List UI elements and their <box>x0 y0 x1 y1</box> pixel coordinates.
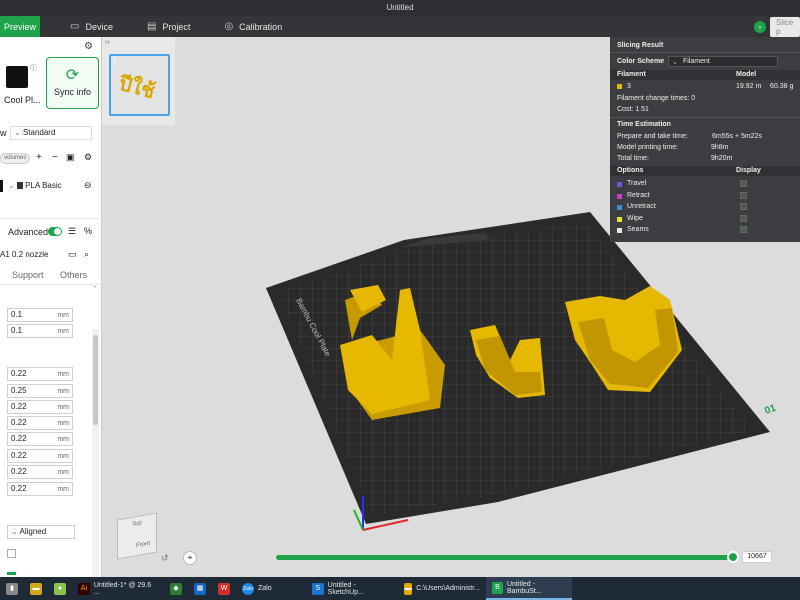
retract-display-checkbox[interactable] <box>740 192 747 199</box>
travel-display-checkbox[interactable] <box>740 180 747 187</box>
filament-change-times: Filament change times: 0 <box>617 95 696 102</box>
seams-label: Seams <box>627 226 649 233</box>
illustrator-icon: Ai <box>78 582 90 595</box>
prepare-time-label: Prepare and take time: <box>617 133 688 140</box>
view-cube-front[interactable]: Front <box>136 541 150 549</box>
retract-color-dot <box>617 194 622 199</box>
taskbar-sketchup-label: Untitled - SketchUp... <box>327 581 364 596</box>
taskbar-illustrator-label: Untitled-1* @ 29.6 ... <box>93 581 152 596</box>
option-travel[interactable]: Travel <box>610 179 800 190</box>
bambu-studio-icon: B <box>492 581 503 594</box>
layer-progress-slider[interactable] <box>276 555 734 560</box>
time-estimation-title: Time Estimation <box>617 121 671 128</box>
unretract-display-checkbox[interactable] <box>740 203 747 210</box>
view-cube-top[interactable]: Top <box>132 520 142 528</box>
taskbar-explorer[interactable]: ▬ C:\Users\Administr... <box>398 577 486 600</box>
taskbar-calculator-icon[interactable]: ▦ <box>188 577 212 600</box>
taskbar-explorer-label: C:\Users\Administr... <box>416 585 480 592</box>
taskbar-zalo-label: Zalo <box>258 585 272 592</box>
model-weight: 60.38 g <box>770 83 794 90</box>
options-column-header: Options <box>617 167 644 174</box>
display-column-header: Display <box>736 167 761 174</box>
prepare-time-value: 6m55s + 5m22s <box>712 133 762 140</box>
travel-label: Travel <box>627 180 647 187</box>
layer-slider-handle[interactable] <box>727 551 739 563</box>
seams-color-dot <box>617 228 622 233</box>
taskbar-sketch-icon[interactable]: ◆ <box>164 577 188 600</box>
taskbar-pin-icon[interactable]: ▮ <box>0 577 24 600</box>
total-time-value: 9h20m <box>711 155 733 162</box>
taskbar-sketchup[interactable]: S Untitled - SketchUp... <box>306 577 398 600</box>
model-time-value: 9h8m <box>711 144 729 151</box>
taskbar-app-icon[interactable]: ● <box>48 577 72 600</box>
seams-display-checkbox[interactable]: ✓ <box>740 226 747 233</box>
layer-number-box[interactable]: 10667 <box>742 551 772 563</box>
sketchup-icon: S <box>312 582 324 595</box>
os-taskbar: ▮ ▬ ● Ai Untitled-1* @ 29.6 ... ◆ ▦ W Za… <box>0 577 800 600</box>
wipe-display-checkbox[interactable] <box>740 215 747 222</box>
wipe-color-dot <box>617 217 622 222</box>
divider <box>610 52 800 53</box>
taskbar-bambu-studio[interactable]: B Untitled - BambuSt... <box>486 577 572 600</box>
folder-icon: ▬ <box>404 582 413 595</box>
fit-view-icon[interactable]: ⌖ <box>183 551 197 565</box>
total-time-label: Total time: <box>617 155 649 162</box>
layer-number: 10667 <box>747 553 767 560</box>
model-column-header: Model <box>736 71 757 78</box>
taskbar-folder-icon[interactable]: ▬ <box>24 577 48 600</box>
filament-column-header: Filament <box>617 71 646 78</box>
filament-cost: Cost: 1.51 <box>617 106 649 113</box>
travel-color-dot <box>617 182 622 187</box>
color-scheme-value: Filament <box>683 58 710 65</box>
wipe-label: Wipe <box>627 215 643 222</box>
model-time-label: Model printing time: <box>617 144 679 151</box>
unretract-label: Unretract <box>627 203 656 210</box>
taskbar-zalo[interactable]: Zalo Zalo <box>236 577 306 600</box>
color-scheme-label: Color Scheme <box>617 58 665 65</box>
option-seams[interactable]: Seams ✓ <box>610 225 800 236</box>
filament-id: 3 <box>627 83 631 90</box>
view-cube[interactable]: Top Front <box>117 512 157 560</box>
unretract-color-dot <box>617 205 622 210</box>
taskbar-illustrator[interactable]: Ai Untitled-1* @ 29.6 ... <box>72 577 164 600</box>
option-unretract[interactable]: Unretract <box>610 202 800 213</box>
taskbar-bambu-label: Untitled - BambuSt... <box>506 580 542 595</box>
zalo-icon: Zalo <box>242 582 254 595</box>
model-length: 19.92 m <box>736 83 762 90</box>
divider <box>610 117 800 118</box>
slicing-result-panel: Slicing Result Color Scheme ⌄ Filament F… <box>610 37 800 242</box>
color-scheme-select[interactable]: ⌄ Filament <box>668 56 778 67</box>
slicing-result-title: Slicing Result <box>617 42 664 49</box>
filament-color-dot <box>617 84 622 89</box>
option-wipe[interactable]: Wipe <box>610 214 800 225</box>
retract-label: Retract <box>627 192 650 199</box>
view-cube-arrow-icon[interactable]: ↺ <box>161 553 169 564</box>
option-retract[interactable]: Retract <box>610 191 800 202</box>
taskbar-wps-icon[interactable]: W <box>212 577 236 600</box>
app-window: Untitled Preview ▭ Device ▤ Project ◎ Ca… <box>0 0 800 600</box>
plate-number: 01 <box>763 403 778 417</box>
